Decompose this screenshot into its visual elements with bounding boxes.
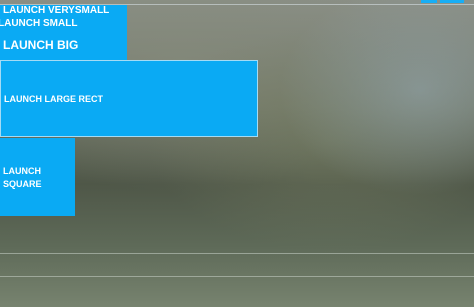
top-corner-button-1[interactable]	[421, 0, 437, 3]
launch-square-label-line2: SQUARE	[3, 179, 42, 189]
launch-verysmall-button[interactable]: LAUNCH VERYSMALL	[0, 5, 127, 17]
launch-square-label-line1: LAUNCH	[3, 166, 41, 176]
launch-small-button[interactable]: LAUNCH SMALL	[0, 17, 127, 31]
launch-verysmall-label: LAUNCH VERYSMALL	[3, 5, 110, 16]
launch-large-rect-button[interactable]: LAUNCH LARGE RECT	[0, 60, 258, 137]
launch-large-rect-label: LAUNCH LARGE RECT	[4, 94, 103, 104]
top-corner-button-2[interactable]	[440, 0, 464, 3]
launch-square-button[interactable]: LAUNCH SQUARE	[0, 138, 75, 216]
launch-big-button[interactable]: LAUNCH BIG	[0, 31, 127, 60]
launch-big-label: LAUNCH BIG	[3, 38, 79, 52]
bottom-divider-2	[0, 276, 474, 277]
bottom-divider-1	[0, 253, 474, 254]
app-screen: LAUNCH VERYSMALL LAUNCH SMALL LAUNCH BIG…	[0, 0, 474, 307]
launch-small-label: LAUNCH SMALL	[0, 18, 78, 29]
